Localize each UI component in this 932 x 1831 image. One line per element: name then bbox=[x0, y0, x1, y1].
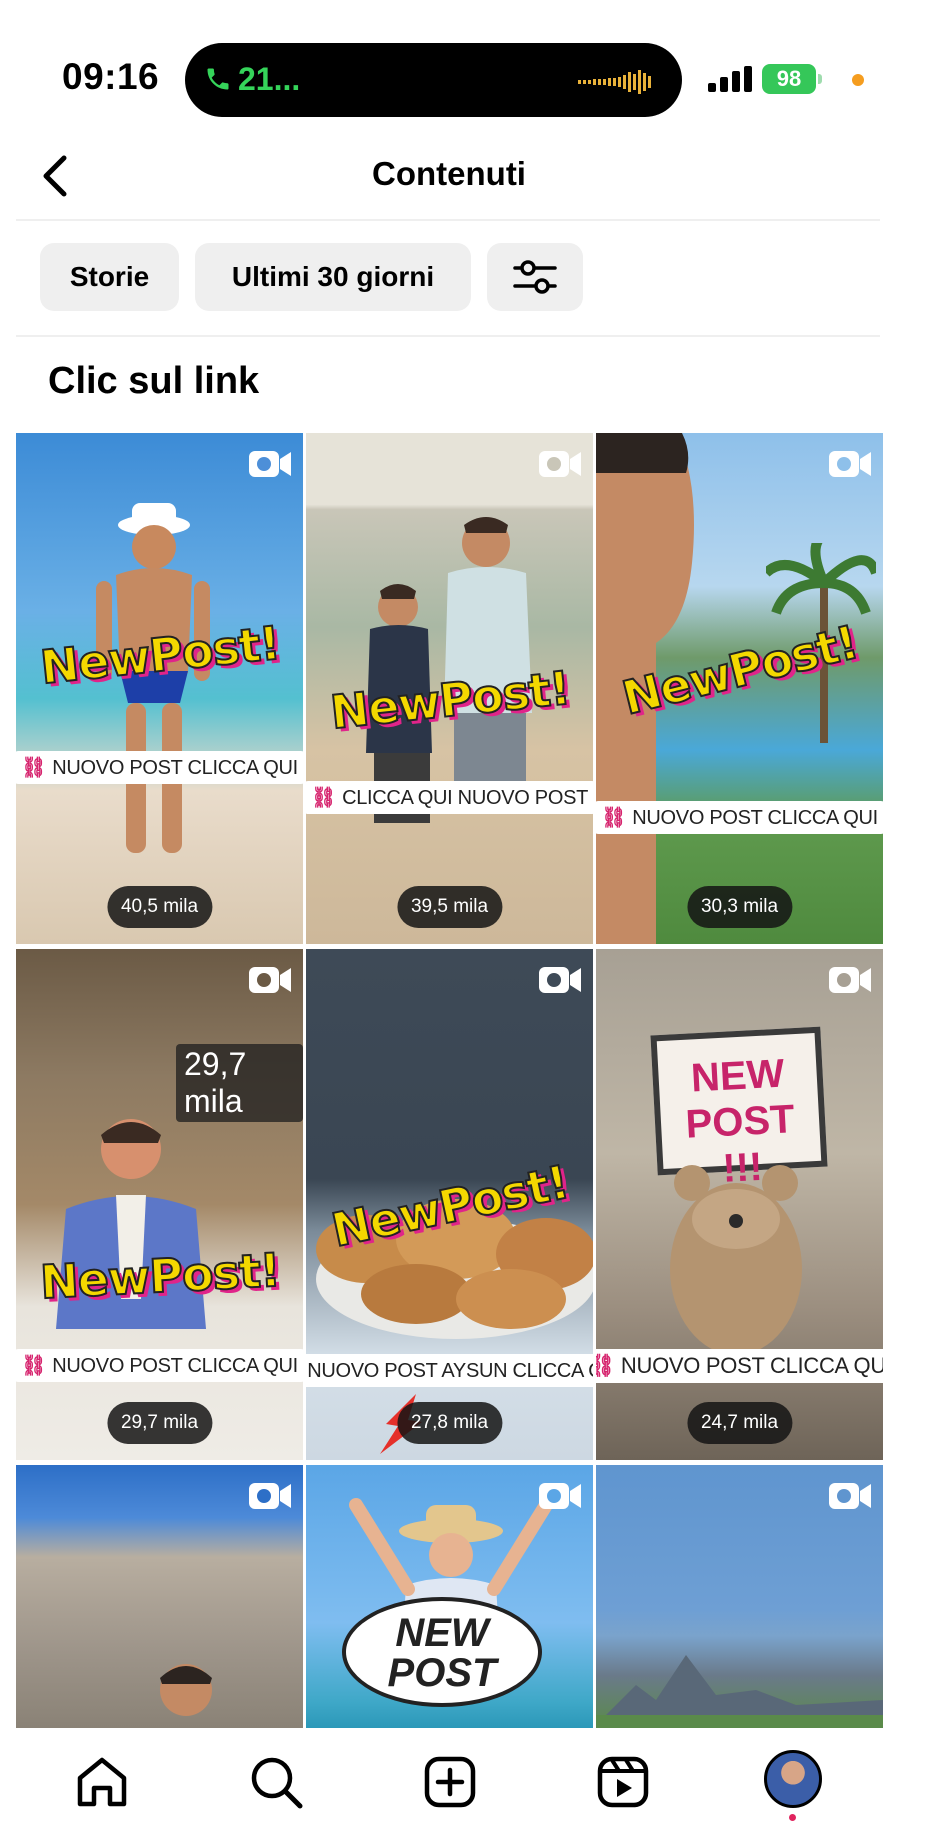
notification-dot bbox=[789, 1814, 796, 1821]
link-sticker-text: NUOVO POST CLICCA QUI bbox=[52, 1355, 298, 1377]
story-tile[interactable]: 29,7 mila NewPost! ⛓ NUOVO POST CLICCA QU… bbox=[16, 949, 303, 1460]
video-camera-icon bbox=[249, 451, 291, 477]
overlay-click-count: 29,7 mila bbox=[176, 1044, 303, 1122]
video-camera-icon bbox=[249, 1483, 291, 1509]
cellular-signal-icon bbox=[708, 66, 752, 92]
story-headline: NewPost! bbox=[37, 1242, 281, 1310]
phone-icon bbox=[207, 68, 229, 90]
story-tile[interactable] bbox=[16, 1465, 303, 1728]
audio-waveform-icon bbox=[578, 70, 651, 94]
filter-divider bbox=[16, 335, 880, 337]
story-headline: NEW POST !!! bbox=[650, 1026, 828, 1191]
link-sticker-text: CLICCA QUI NUOVO POST bbox=[342, 787, 589, 809]
battery-tip bbox=[818, 74, 822, 84]
story-tile[interactable] bbox=[596, 1465, 883, 1728]
link-sticker: ⛓ NUOVO POST CLICCA QUI bbox=[596, 801, 883, 834]
link-icon: ⛓ bbox=[310, 787, 337, 809]
story-tile[interactable]: NewPost! ⛓ CLICCA QUI NUOVO POST 39,5 mil… bbox=[306, 433, 593, 944]
story-headline: NEW POST bbox=[342, 1597, 542, 1707]
link-sticker: ⛓ NUOVO POST CLICCA QUI bbox=[16, 1349, 303, 1382]
story-tile[interactable]: NEW POST !!! ⛓ NUOVO POST CLICCA QUI 24,7… bbox=[596, 949, 883, 1460]
home-icon[interactable] bbox=[74, 1754, 130, 1810]
video-camera-icon bbox=[539, 1483, 581, 1509]
page-title: Contenuti bbox=[372, 155, 526, 192]
link-clicks-count: 29,7 mila bbox=[106, 1402, 213, 1444]
video-camera-icon bbox=[829, 1483, 871, 1509]
reels-icon[interactable] bbox=[595, 1754, 651, 1810]
link-sticker-text: NUOVO POST CLICCA QUI bbox=[632, 807, 878, 829]
link-clicks-count: 40,5 mila bbox=[106, 886, 213, 928]
link-sticker: ⛓NUOVO POST AYSUN CLICCA QUI bbox=[306, 1354, 593, 1387]
profile-avatar[interactable] bbox=[764, 1750, 822, 1808]
link-icon: ⛓ bbox=[596, 1353, 615, 1378]
link-clicks-count: 24,7 mila bbox=[686, 1402, 793, 1444]
video-camera-icon bbox=[249, 967, 291, 993]
story-tile[interactable]: NewPost! ⛓ NUOVO POST CLICCA QUI 40,5 mil… bbox=[16, 433, 303, 944]
link-sticker-text: NUOVO POST CLICCA QUI bbox=[52, 757, 298, 779]
create-icon[interactable] bbox=[422, 1754, 478, 1810]
story-thumbnail bbox=[160, 1664, 212, 1716]
filter-content-type-chip[interactable]: Storie bbox=[40, 243, 179, 311]
battery-indicator: 98 bbox=[762, 64, 816, 94]
status-time: 09:16 bbox=[62, 56, 160, 97]
header-divider bbox=[16, 219, 880, 221]
link-sticker: ⛓ NUOVO POST CLICCA QUI bbox=[596, 1349, 883, 1383]
link-icon: ⛓ bbox=[21, 757, 47, 779]
link-sticker-text: NUOVO POST AYSUN CLICCA QUI bbox=[307, 1360, 593, 1382]
story-thumbnail bbox=[670, 1165, 802, 1355]
story-tile[interactable]: NewPost! ⛓NUOVO POST AYSUN CLICCA QUI 27… bbox=[306, 949, 593, 1460]
video-camera-icon bbox=[539, 451, 581, 477]
link-icon: ⛓ bbox=[21, 1355, 47, 1377]
link-clicks-count: 30,3 mila bbox=[686, 886, 793, 928]
link-sticker-text: NUOVO POST CLICCA QUI bbox=[620, 1353, 883, 1378]
link-icon: ⛓ bbox=[601, 807, 627, 829]
link-clicks-count: 39,5 mila bbox=[396, 886, 503, 928]
link-sticker: ⛓ CLICCA QUI NUOVO POST bbox=[306, 781, 593, 814]
story-thumbnail bbox=[596, 1655, 883, 1728]
filter-settings-chip[interactable] bbox=[487, 243, 583, 311]
story-tile[interactable]: NewPost! ⛓ NUOVO POST CLICCA QUI 30,3 mil… bbox=[596, 433, 883, 944]
privacy-indicator-dot bbox=[852, 74, 864, 86]
section-title: Clic sul link bbox=[48, 360, 260, 402]
call-duration: 21... bbox=[238, 61, 301, 97]
video-camera-icon bbox=[829, 967, 871, 993]
video-camera-icon bbox=[539, 967, 581, 993]
link-sticker: ⛓ NUOVO POST CLICCA QUI bbox=[16, 751, 303, 784]
link-clicks-count: 27,8 mila bbox=[396, 1402, 503, 1444]
sliders-icon bbox=[513, 260, 557, 294]
search-icon[interactable] bbox=[248, 1754, 304, 1810]
story-tile[interactable]: NEW POST bbox=[306, 1465, 593, 1728]
video-camera-icon bbox=[829, 451, 871, 477]
filter-period-chip[interactable]: Ultimi 30 giorni bbox=[195, 243, 471, 311]
